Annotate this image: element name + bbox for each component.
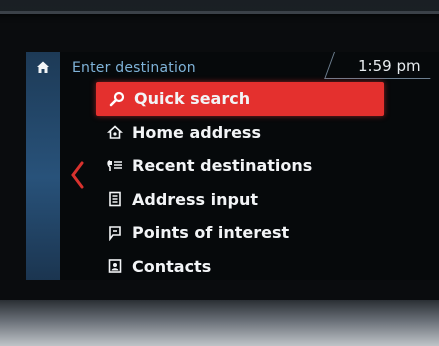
- chevron-left-icon: [71, 161, 84, 189]
- contacts-icon: [104, 255, 126, 277]
- menu-item-label: Address input: [132, 189, 259, 209]
- search-icon: [106, 88, 128, 110]
- menu-item-recent-destinations[interactable]: Recent destinations: [94, 149, 384, 183]
- destination-menu: Quick search Home address Recent destina…: [94, 82, 384, 280]
- poi-icon: [104, 222, 126, 244]
- recent-destinations-icon: [104, 155, 126, 177]
- back-button[interactable]: [66, 160, 88, 190]
- dashboard-surface: [0, 300, 439, 346]
- menu-item-address-input[interactable]: Address input: [94, 183, 384, 217]
- menu-item-label: Home address: [132, 122, 261, 142]
- infotainment-screen: Enter destination 1:59 pm Quick search H…: [26, 52, 439, 280]
- sidebar: [26, 52, 60, 280]
- home-address-icon: [104, 121, 126, 143]
- menu-item-label: Points of interest: [132, 223, 290, 243]
- menu-item-label: Contacts: [132, 256, 212, 276]
- menu-item-label: Recent destinations: [132, 156, 313, 176]
- address-input-icon: [104, 188, 126, 210]
- clock: 1:59 pm: [358, 57, 421, 75]
- menu-item-points-of-interest[interactable]: Points of interest: [94, 216, 384, 250]
- menu-item-contacts[interactable]: Contacts: [94, 250, 384, 281]
- home-icon: [37, 61, 49, 73]
- page-title: Enter destination: [72, 60, 196, 76]
- menu-item-label: Quick search: [134, 89, 251, 109]
- home-button[interactable]: [34, 58, 52, 76]
- menu-item-home-address[interactable]: Home address: [94, 116, 384, 150]
- menu-item-quick-search[interactable]: Quick search: [96, 82, 384, 116]
